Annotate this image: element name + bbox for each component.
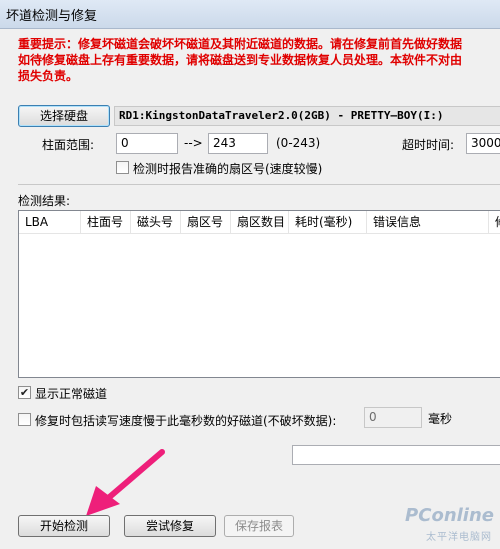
divider <box>18 184 500 185</box>
start-scan-button[interactable]: 开始检测 <box>18 515 110 537</box>
column-cylinder[interactable]: 柱面号 <box>81 211 131 233</box>
column-error-info[interactable]: 错误信息 <box>367 211 489 233</box>
progress-bar <box>292 445 500 465</box>
window-title: 坏道检测与修复 <box>6 9 98 24</box>
column-elapsed[interactable]: 耗时(毫秒) <box>289 211 367 233</box>
slow-unit-label: 毫秒 <box>428 412 453 426</box>
cylinder-from-input[interactable]: 0 <box>116 133 178 154</box>
results-list[interactable]: LBA 柱面号 磁头号 扇区号 扇区数目 耗时(毫秒) 错误信息 修 <box>18 210 500 378</box>
save-report-button[interactable]: 保存报表 <box>224 515 294 537</box>
results-label: 检测结果: <box>18 194 71 208</box>
slow-threshold-input[interactable]: 0 <box>364 407 422 428</box>
cylinder-range-label: 柱面范围: <box>42 138 95 152</box>
try-repair-button[interactable]: 尝试修复 <box>124 515 216 537</box>
show-normal-label: 显示正常磁道 <box>35 387 108 401</box>
column-head[interactable]: 磁头号 <box>131 211 181 233</box>
warning-text: 重要提示：修复坏磁道会破坏坏磁道及其附近磁道的数据。请在修复前首先做好数据 如待… <box>18 36 500 92</box>
report-sector-checkbox[interactable] <box>116 161 129 174</box>
cylinder-to-input[interactable]: 243 <box>208 133 268 154</box>
column-lba[interactable]: LBA <box>19 211 81 233</box>
watermark-logo: PConline <box>405 505 494 526</box>
selected-disk-label: RD1:KingstonDataTraveler2.0(2GB) - PRETT… <box>114 106 500 126</box>
watermark-subtitle: 太平洋电脑网 <box>426 532 492 543</box>
timeout-label: 超时时间: <box>402 138 455 152</box>
cylinder-range-hint: (0-243) <box>276 136 321 150</box>
column-sector[interactable]: 扇区号 <box>181 211 231 233</box>
column-repair[interactable]: 修 <box>489 211 500 233</box>
pointer-arrow-annotation <box>86 449 165 516</box>
show-normal-checkbox[interactable]: ✔ <box>18 386 31 399</box>
warning-line-2: 如待修复磁盘上存有重要数据，请将磁盘送到专业数据恢复人员处理。本软件不对由 <box>18 53 463 67</box>
timeout-input[interactable]: 3000 <box>466 133 500 154</box>
warning-line-1: 重要提示：修复坏磁道会破坏坏磁道及其附近磁道的数据。请在修复前首先做好数据 <box>18 37 463 51</box>
results-header: LBA 柱面号 磁头号 扇区号 扇区数目 耗时(毫秒) 错误信息 修 <box>19 211 500 234</box>
report-sector-label: 检测时报告准确的扇区号(速度较慢) <box>133 162 323 176</box>
include-slow-label: 修复时包括读写速度慢于此毫秒数的好磁道(不破坏数据): <box>35 414 337 428</box>
warning-line-3: 损失负责。 <box>18 69 79 83</box>
include-slow-checkbox[interactable] <box>18 413 31 426</box>
select-disk-button[interactable]: 选择硬盘 <box>18 105 110 127</box>
range-arrow: --> <box>184 136 203 150</box>
column-sector-count[interactable]: 扇区数目 <box>231 211 289 233</box>
title-bar: 坏道检测与修复 <box>0 0 500 29</box>
